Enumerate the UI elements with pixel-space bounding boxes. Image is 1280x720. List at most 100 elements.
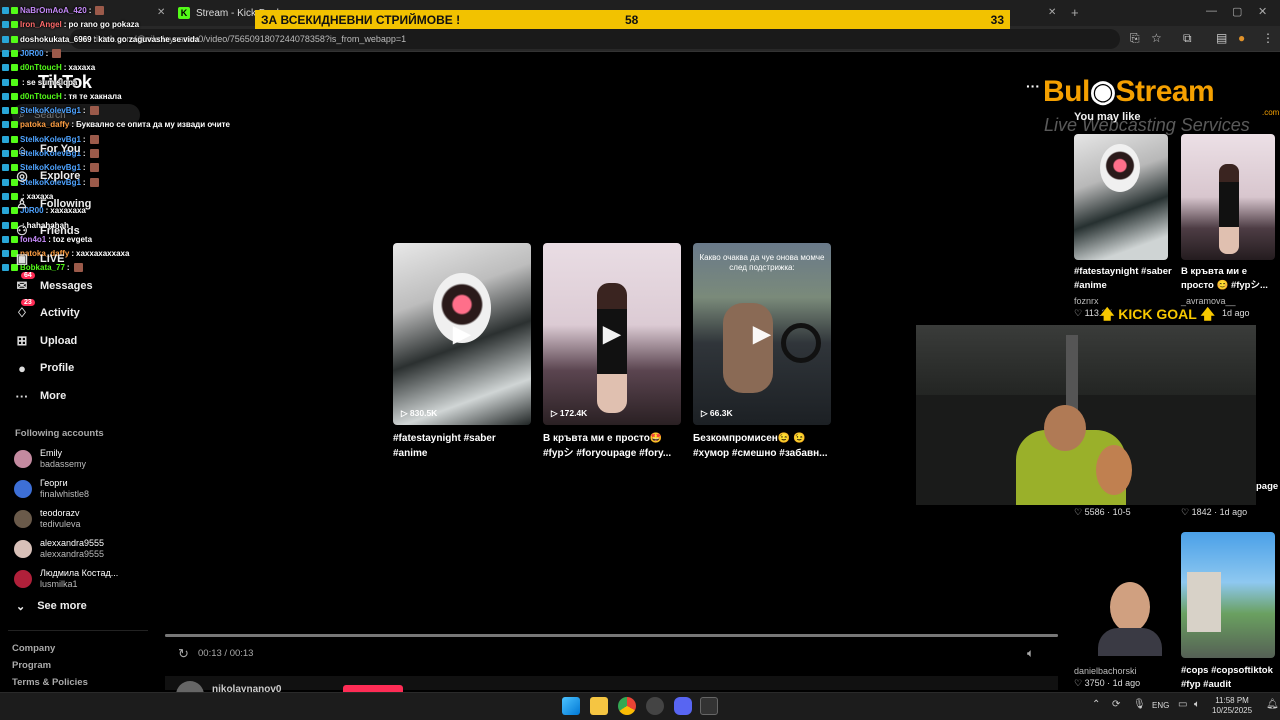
close-window-icon[interactable]: ✕ bbox=[1258, 5, 1267, 18]
video-caption[interactable]: Безкомпромисен😉 😉 #хумор #смешно #забавн… bbox=[693, 431, 833, 461]
windows-taskbar bbox=[0, 692, 1280, 720]
more-options-icon[interactable]: ··· bbox=[1026, 78, 1040, 94]
video-card[interactable]: ▶ ▷ 830.5K bbox=[393, 243, 531, 425]
sync-icon[interactable]: ⟳ bbox=[1112, 699, 1120, 710]
more-icon: ··· bbox=[15, 388, 29, 404]
recommended-caption[interactable]: #cops #copsoftiktok #fyp #audit bbox=[1181, 664, 1280, 692]
following-account[interactable]: Emily badassemy bbox=[14, 446, 86, 472]
chat-username[interactable]: patoka_daffy bbox=[20, 120, 69, 129]
recommended-video-card[interactable] bbox=[1181, 134, 1275, 260]
see-more-button[interactable]: ⌄ See more bbox=[16, 600, 87, 613]
play-icon[interactable]: ▶ bbox=[753, 320, 771, 349]
recommended-caption[interactable]: В кръвта ми е просто 😊 #fypシ... bbox=[1181, 265, 1280, 293]
cast-icon[interactable]: ⎘ bbox=[1130, 31, 1140, 46]
sidebar-item-more[interactable]: ··· More bbox=[14, 386, 67, 406]
following-account[interactable]: teodorazv tedivuleva bbox=[14, 506, 81, 532]
person-head bbox=[1044, 405, 1086, 451]
recommended-caption[interactable]: page bbox=[1256, 480, 1280, 494]
chat-badge-icon bbox=[2, 135, 9, 143]
account-names: Георги finalwhistle8 bbox=[40, 478, 89, 500]
notifications-icon[interactable]: 🔔︎ bbox=[1266, 699, 1279, 710]
emote-icon bbox=[89, 163, 99, 173]
footer-link-program[interactable]: Program bbox=[12, 657, 88, 674]
view-count: ▷ 66.3K bbox=[701, 408, 733, 418]
sidebar-item-for-you[interactable]: ⌂ For You bbox=[14, 139, 80, 159]
chat-username[interactable]: NaBrOmAoA_420 bbox=[20, 6, 87, 15]
profile-avatar-icon[interactable]: ● bbox=[1238, 31, 1245, 45]
chat-separator: : bbox=[66, 263, 70, 273]
file-explorer-icon[interactable] bbox=[590, 697, 608, 715]
extensions-icon[interactable]: ⧉ bbox=[1183, 31, 1192, 46]
sidebar-item-profile[interactable]: ● Profile bbox=[14, 358, 74, 378]
chat-badge-icon bbox=[2, 250, 9, 258]
sidepanel-icon[interactable]: ▤ bbox=[1216, 31, 1227, 45]
chat-badge-icon bbox=[2, 64, 9, 72]
chat-username[interactable]: d0nTtoucH bbox=[20, 63, 62, 72]
windows-start-icon[interactable] bbox=[562, 697, 580, 715]
discord-icon[interactable] bbox=[674, 697, 692, 715]
play-icon[interactable]: ▶ bbox=[603, 320, 621, 349]
chat-badge-icon bbox=[11, 92, 18, 100]
tray-chevron-icon[interactable]: ⌃ bbox=[1092, 699, 1100, 710]
like-count: ♡ 3750 · 1d ago bbox=[1074, 678, 1141, 688]
chat-username[interactable]: StelkoKolevBg1 bbox=[20, 106, 81, 115]
chat-text: po rano go pokaza bbox=[68, 20, 140, 30]
sidebar-item-label: Following bbox=[40, 198, 92, 210]
language-indicator[interactable]: ENG bbox=[1152, 701, 1169, 710]
video-caption[interactable]: #fatestaynight #saber #anime bbox=[393, 431, 533, 461]
facecam bbox=[1098, 578, 1162, 656]
new-tab-icon[interactable]: + bbox=[1071, 5, 1079, 20]
terminal-icon[interactable] bbox=[700, 697, 718, 715]
chat-separator: : bbox=[82, 163, 86, 173]
bookmark-star-icon[interactable]: ☆ bbox=[1151, 31, 1162, 45]
chat-separator: : bbox=[82, 106, 86, 116]
video-card[interactable]: Какво очаква да чуе онова момче след под… bbox=[693, 243, 831, 425]
recommended-video-card[interactable] bbox=[1074, 134, 1168, 260]
sidebar-item-upload[interactable]: ⊞ Upload bbox=[14, 331, 78, 351]
recommended-author[interactable]: danielbachorski bbox=[1074, 666, 1137, 676]
video-caption[interactable]: В кръвта ми е просто🤩 #fypシ #foryoupage … bbox=[543, 431, 683, 461]
chat-username[interactable]: Iron_Angel bbox=[20, 20, 62, 29]
volume-icon[interactable]: 🔈︎ bbox=[1027, 646, 1034, 661]
chat-text: Буквално се опита да му извади очите bbox=[76, 120, 230, 130]
divider bbox=[8, 630, 148, 631]
recommended-author[interactable]: foznrx bbox=[1074, 296, 1099, 306]
following-account[interactable]: alexxandra9555 alexxandra9555 bbox=[14, 536, 104, 562]
chrome-icon[interactable] bbox=[618, 697, 636, 715]
system-clock[interactable]: 11:58 PM 10/25/2025 bbox=[1212, 696, 1252, 716]
volume-tray-icon[interactable]: 🔈︎ bbox=[1194, 699, 1200, 710]
avatar bbox=[14, 450, 32, 468]
network-icon[interactable]: ▭ bbox=[1178, 699, 1187, 710]
chat-badge-icon bbox=[2, 192, 9, 200]
replay-icon[interactable]: ↻ bbox=[178, 646, 189, 662]
following-account[interactable]: Людмила Костад... lusmilka1 bbox=[14, 566, 118, 592]
chat-username[interactable]: J0R00 bbox=[20, 49, 44, 58]
messages-icon: ✉ 64 bbox=[14, 272, 35, 294]
footer-link-terms[interactable]: Terms & Policies bbox=[12, 674, 88, 691]
chat-username[interactable]: d0nTtoucH bbox=[20, 92, 62, 101]
following-account[interactable]: Георги finalwhistle8 bbox=[14, 476, 89, 502]
play-icon[interactable]: ▶ bbox=[453, 320, 471, 349]
minimize-icon[interactable]: — bbox=[1206, 5, 1217, 17]
chat-username[interactable]: doshokukata_6969 bbox=[20, 35, 92, 44]
compass-icon: ◎ bbox=[16, 168, 28, 183]
chat-badge-icon bbox=[2, 164, 9, 172]
video-card[interactable]: ▶ ▷ 172.4K bbox=[543, 243, 681, 425]
sidebar-item-live[interactable]: ▣ LIVE bbox=[14, 249, 65, 269]
bulstream-subtitle: Live Webcasting Services bbox=[1044, 115, 1250, 135]
chat-badge-icon bbox=[2, 121, 9, 129]
sidebar-item-friends[interactable]: ⚇ Friends bbox=[14, 221, 80, 241]
sidebar-item-explore[interactable]: ◎ Explore bbox=[14, 166, 80, 186]
sidebar-item-activity[interactable]: ♢ 23 Activity bbox=[14, 299, 80, 323]
obs-icon[interactable] bbox=[646, 697, 664, 715]
sidebar-item-following[interactable]: ♙ Following bbox=[14, 194, 91, 214]
recommended-video-card[interactable] bbox=[1181, 532, 1275, 658]
close-icon[interactable]: ✕ bbox=[1048, 7, 1056, 18]
menu-kebab-icon[interactable]: ⋮ bbox=[1262, 31, 1274, 45]
video-progress-bar[interactable] bbox=[165, 634, 1058, 637]
microphone-icon[interactable]: 🎙︎ bbox=[1133, 699, 1146, 710]
maximize-icon[interactable]: ▢ bbox=[1232, 5, 1242, 18]
sidebar-item-messages[interactable]: ✉ 64 Messages bbox=[14, 272, 93, 296]
recommended-caption[interactable]: #fatestaynight #saber #anime bbox=[1074, 265, 1174, 293]
footer-link-company[interactable]: Company bbox=[12, 640, 88, 657]
